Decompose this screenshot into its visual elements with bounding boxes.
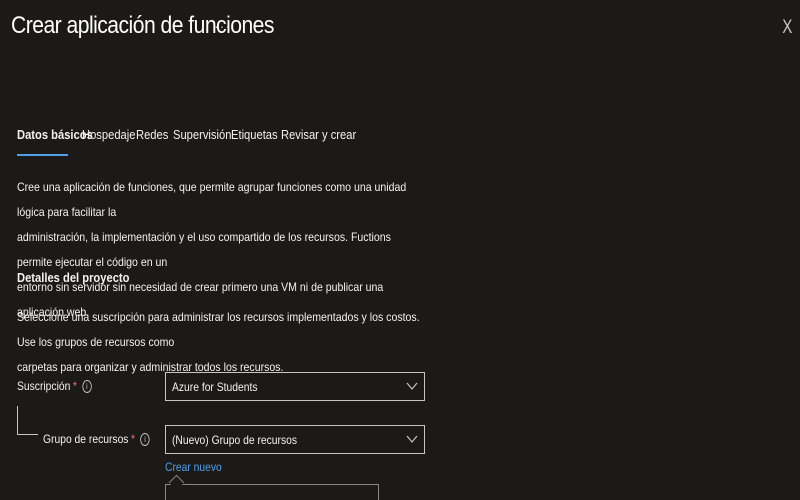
tab-supervision[interactable]: Supervisión: [173, 127, 231, 142]
tab-revisar-y-crear[interactable]: Revisar y crear: [281, 127, 356, 142]
tab-etiquetas[interactable]: Etiquetas: [231, 127, 278, 142]
resource-group-value: (Nuevo) Grupo de recursos: [172, 433, 298, 447]
subscription-label-text: Suscripción: [17, 379, 71, 393]
tab-hospedaje[interactable]: Hospedaje: [82, 127, 135, 142]
create-function-app-blade: Crear aplicación de funciones ··· X Dato…: [0, 0, 800, 500]
intro-description: Cree una aplicación de funciones, que pe…: [17, 175, 413, 325]
more-options-icon[interactable]: ···: [214, 18, 231, 34]
description-line: Seleccione una suscripción para administ…: [17, 310, 420, 349]
resource-group-label: Grupo de recursos * i: [43, 432, 150, 447]
resource-group-label-text: Grupo de recursos: [43, 432, 129, 446]
subscription-label: Suscripción * i: [17, 379, 92, 394]
tab-redes[interactable]: Redes: [136, 127, 168, 142]
resource-group-dropdown[interactable]: (Nuevo) Grupo de recursos: [165, 425, 425, 454]
info-icon[interactable]: i: [82, 380, 92, 394]
chevron-down-icon: [406, 435, 418, 443]
create-new-callout: [165, 484, 379, 500]
project-details-description: Seleccione una suscripción para administ…: [17, 305, 431, 380]
create-new-resource-group-link[interactable]: Crear nuevo: [165, 460, 222, 474]
section-heading-project-details: Detalles del proyecto: [17, 270, 130, 285]
chevron-down-icon: [406, 382, 418, 390]
intro-line: Cree una aplicación de funciones, que pe…: [17, 180, 407, 219]
close-icon[interactable]: X: [782, 17, 792, 39]
required-mark: *: [72, 379, 77, 393]
subscription-value: Azure for Students: [172, 380, 258, 394]
required-mark: *: [131, 432, 136, 446]
page-title: Crear aplicación de funciones: [11, 12, 274, 39]
intro-line: administración, la implementación y el u…: [17, 230, 391, 269]
subscription-dropdown[interactable]: Azure for Students: [165, 372, 425, 401]
active-tab-indicator: [17, 154, 68, 156]
hierarchy-connector: [17, 406, 38, 435]
info-icon[interactable]: i: [140, 433, 150, 447]
